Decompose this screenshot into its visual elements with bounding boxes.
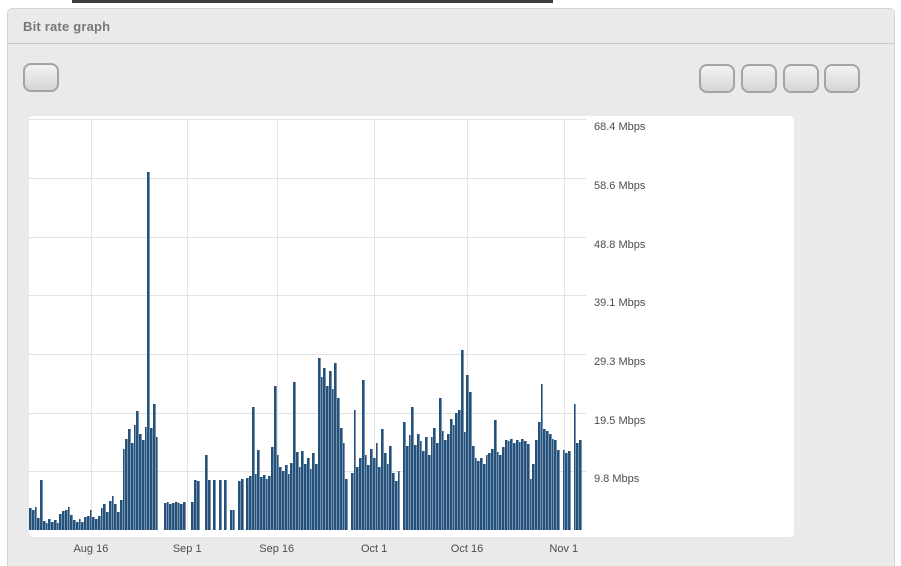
x-tick-label: Oct 1: [339, 543, 409, 555]
bar-series: [29, 116, 582, 530]
y-tick-label: 58.6 Mbps: [594, 180, 674, 192]
bit-rate-chart: 68.4 Mbps 58.6 Mbps 48.8 Mbps 39.1 Mbps 29.3…: [29, 116, 794, 537]
plot-area: [29, 116, 586, 537]
bar: [208, 480, 211, 530]
x-tick-label: Nov 1: [529, 543, 599, 555]
toolbar-button-left[interactable]: [23, 63, 59, 92]
bit-rate-graph-panel: Bit rate graph 68.4 Mbps 58.6 Mbps 48.8 Mb…: [7, 8, 895, 566]
x-tick-label: Aug 16: [56, 543, 126, 555]
bar: [224, 480, 227, 531]
bar: [213, 480, 216, 531]
y-tick-label: 39.1 Mbps: [594, 297, 674, 309]
bar: [233, 510, 236, 530]
panel-title: Bit rate graph: [23, 19, 110, 34]
toolbar-button-right-3[interactable]: [783, 64, 819, 93]
y-tick-label: 48.8 Mbps: [594, 239, 674, 251]
screen: Bit rate graph 68.4 Mbps 58.6 Mbps 48.8 Mb…: [0, 0, 901, 566]
x-tick-label: Sep 16: [242, 543, 312, 555]
bar: [345, 479, 348, 530]
bar: [568, 451, 571, 530]
y-tick-label: 29.3 Mbps: [594, 356, 674, 368]
x-tick-label: Oct 16: [432, 543, 502, 555]
bar: [557, 450, 560, 530]
bar: [183, 502, 186, 530]
bar: [219, 480, 222, 530]
bar: [579, 440, 582, 530]
bar: [241, 479, 244, 530]
toolbar-button-right-2[interactable]: [741, 64, 777, 93]
panel-header: Bit rate graph: [8, 9, 894, 44]
bar: [197, 481, 200, 530]
toolbar-button-right-1[interactable]: [699, 64, 735, 93]
x-tick-label: Sep 1: [152, 543, 222, 555]
top-edge-divider: [72, 0, 553, 3]
y-tick-label: 68.4 Mbps: [594, 121, 674, 133]
y-tick-label: 9.8 Mbps: [594, 473, 674, 485]
y-tick-label: 19.5 Mbps: [594, 415, 674, 427]
toolbar-button-right-4[interactable]: [824, 64, 860, 93]
bar: [398, 471, 401, 530]
bar: [156, 437, 159, 530]
